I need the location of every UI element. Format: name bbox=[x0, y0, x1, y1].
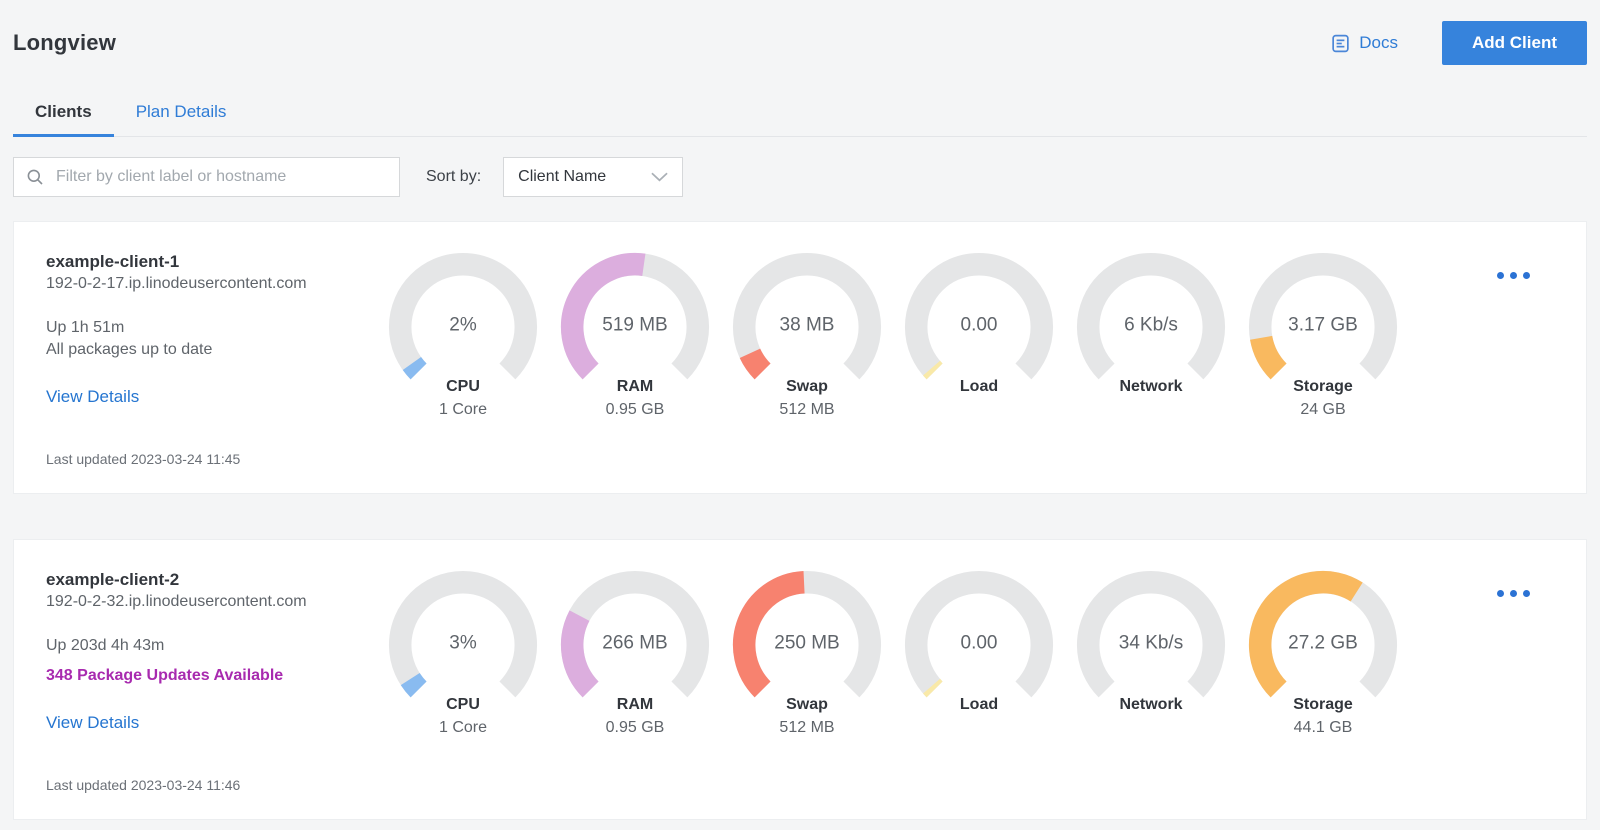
client-packages-status: All packages up to date bbox=[46, 341, 213, 358]
client-name: example-client-2 bbox=[46, 570, 180, 589]
gauge-dial: 3% bbox=[388, 570, 538, 720]
gauge-value: 38 MB bbox=[779, 314, 835, 336]
client-card: example-client-1 192-0-2-17.ip.linodeuse… bbox=[13, 221, 1587, 494]
gauge-dial: 6 Kb/s bbox=[1076, 252, 1226, 402]
gauge-value: 3.17 GB bbox=[1288, 314, 1358, 336]
client-actions-menu[interactable] bbox=[1493, 266, 1534, 285]
client-hostname: 192-0-2-17.ip.linodeusercontent.com bbox=[46, 275, 307, 292]
gauge-network: 34 Kb/s Network bbox=[1065, 570, 1237, 793]
gauge-row: 3% CPU 1 Core 266 MB RAM 0.95 GB 250 MB Swap 512… bbox=[377, 570, 1409, 793]
sort-select[interactable]: Client Name bbox=[503, 157, 684, 197]
gauge-dial: 38 MB bbox=[732, 252, 882, 402]
add-client-button[interactable]: Add Client bbox=[1442, 21, 1587, 65]
gauge-dial: 27.2 GB bbox=[1248, 570, 1398, 720]
header-actions: Docs Add Client bbox=[1330, 21, 1587, 65]
gauge-storage: 3.17 GB Storage 24 GB bbox=[1237, 252, 1409, 467]
gauge-sublabel: 1 Core bbox=[438, 401, 488, 418]
gauge-sublabel: 0.95 GB bbox=[605, 401, 665, 418]
client-info: example-client-1 192-0-2-17.ip.linodeuse… bbox=[46, 252, 377, 467]
chevron-down-icon bbox=[651, 172, 668, 182]
client-card: example-client-2 192-0-2-32.ip.linodeuse… bbox=[13, 539, 1587, 820]
gauge-value: 34 Kb/s bbox=[1118, 632, 1184, 654]
client-list: example-client-1 192-0-2-17.ip.linodeuse… bbox=[13, 221, 1587, 820]
page-title: Longview bbox=[13, 30, 117, 55]
gauge-dial: 3.17 GB bbox=[1248, 252, 1398, 402]
search-icon bbox=[26, 168, 44, 186]
gauge-dial: 34 Kb/s bbox=[1076, 570, 1226, 720]
client-name: example-client-1 bbox=[46, 252, 180, 271]
gauge-load: 0.00 Load bbox=[893, 570, 1065, 793]
gauge-storage: 27.2 GB Storage 44.1 GB bbox=[1237, 570, 1409, 793]
gauge-sublabel: 24 GB bbox=[1300, 401, 1346, 418]
gauge-ram: 266 MB RAM 0.95 GB bbox=[549, 570, 721, 793]
gauge-network: 6 Kb/s Network bbox=[1065, 252, 1237, 467]
gauge-value: 6 Kb/s bbox=[1124, 314, 1178, 336]
gauge-sublabel: 512 MB bbox=[779, 401, 835, 418]
gauge-sublabel: 0.95 GB bbox=[605, 719, 665, 736]
gauge-swap: 250 MB Swap 512 MB bbox=[721, 570, 893, 793]
gauge-dial: 0.00 bbox=[904, 252, 1054, 402]
sort-select-value: Client Name bbox=[518, 168, 607, 185]
longview-page: Longview Docs Add Client Clients Plan De… bbox=[0, 0, 1600, 820]
client-packages-status: 348 Package Updates Available bbox=[46, 667, 284, 684]
gauge-sublabel: 512 MB bbox=[779, 719, 835, 736]
gauge-row: 2% CPU 1 Core 519 MB RAM 0.95 GB 38 MB Swap 512 … bbox=[377, 252, 1409, 467]
gauge-dial: 266 MB bbox=[560, 570, 710, 720]
docs-link[interactable]: Docs bbox=[1330, 33, 1398, 54]
gauge-value: 250 MB bbox=[774, 632, 840, 654]
gauge-sublabel: 1 Core bbox=[438, 719, 488, 736]
client-last-updated: Last updated 2023-03-24 11:45 bbox=[46, 451, 241, 467]
client-uptime: Up 203d 4h 43m bbox=[46, 637, 165, 654]
gauge-cpu: 2% CPU 1 Core bbox=[377, 252, 549, 467]
docs-link-label: Docs bbox=[1359, 33, 1398, 52]
gauge-value: 0.00 bbox=[960, 314, 998, 336]
gauge-value: 2% bbox=[449, 314, 477, 336]
client-hostname: 192-0-2-32.ip.linodeusercontent.com bbox=[46, 593, 307, 610]
gauge-value: 3% bbox=[449, 632, 477, 654]
client-uptime: Up 1h 51m bbox=[46, 319, 125, 336]
ellipsis-icon bbox=[1497, 272, 1504, 279]
gauge-swap: 38 MB Swap 512 MB bbox=[721, 252, 893, 467]
gauge-value: 0.00 bbox=[960, 632, 998, 654]
gauge-value: 266 MB bbox=[602, 632, 668, 654]
tab-clients[interactable]: Clients bbox=[13, 90, 114, 137]
gauge-sublabel: 44.1 GB bbox=[1293, 719, 1353, 736]
search-input-wrapper bbox=[13, 157, 400, 197]
gauge-load: 0.00 Load bbox=[893, 252, 1065, 467]
gauge-ram: 519 MB RAM 0.95 GB bbox=[549, 252, 721, 467]
view-details-link[interactable]: View Details bbox=[46, 713, 139, 733]
page-header: Longview Docs Add Client bbox=[13, 0, 1587, 66]
tab-bar: Clients Plan Details bbox=[13, 90, 1587, 137]
filter-row: Sort by: Client Name bbox=[13, 157, 1587, 197]
client-info: example-client-2 192-0-2-32.ip.linodeuse… bbox=[46, 570, 377, 793]
client-actions-menu[interactable] bbox=[1493, 584, 1534, 603]
ellipsis-icon bbox=[1497, 590, 1504, 597]
gauge-value: 519 MB bbox=[602, 314, 668, 336]
client-last-updated: Last updated 2023-03-24 11:46 bbox=[46, 777, 241, 793]
gauge-cpu: 3% CPU 1 Core bbox=[377, 570, 549, 793]
search-input[interactable] bbox=[54, 157, 399, 197]
gauge-dial: 2% bbox=[388, 252, 538, 402]
gauge-value: 27.2 GB bbox=[1288, 632, 1358, 654]
docs-icon bbox=[1330, 33, 1351, 54]
view-details-link[interactable]: View Details bbox=[46, 387, 139, 407]
sort-by-label: Sort by: bbox=[426, 168, 482, 185]
gauge-dial: 519 MB bbox=[560, 252, 710, 402]
gauge-dial: 250 MB bbox=[732, 570, 882, 720]
tab-plan-details[interactable]: Plan Details bbox=[114, 90, 249, 136]
gauge-dial: 0.00 bbox=[904, 570, 1054, 720]
